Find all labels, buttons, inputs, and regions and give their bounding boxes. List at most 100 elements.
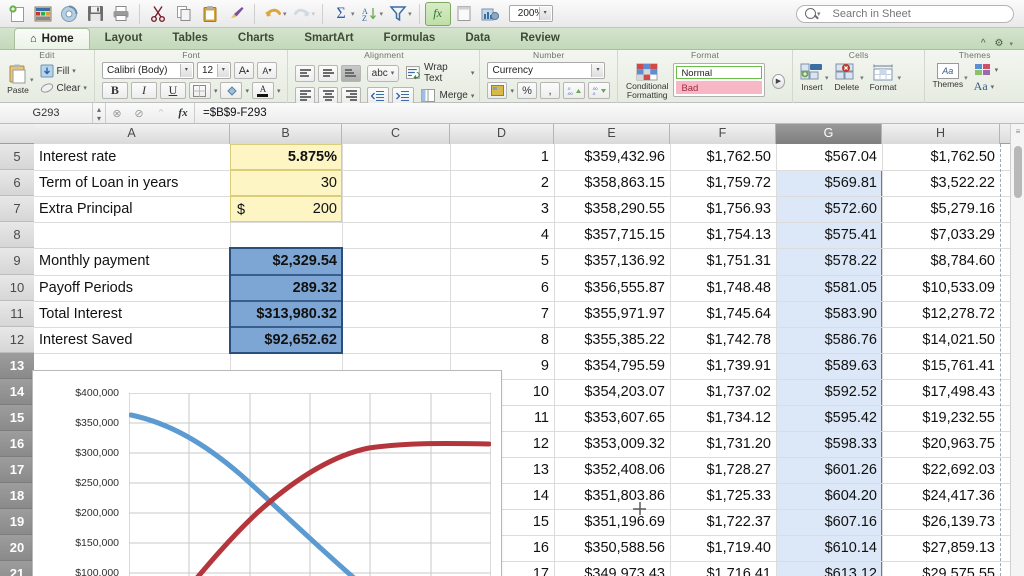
tab-layout[interactable]: Layout bbox=[90, 28, 158, 49]
row-header-13[interactable]: 13 bbox=[0, 353, 34, 379]
cell-h10[interactable]: $10,533.09 bbox=[882, 275, 1000, 301]
paste-dropdown-caret[interactable]: ▾ bbox=[30, 76, 34, 84]
row-header-15[interactable]: 15 bbox=[0, 405, 34, 431]
cell-g8[interactable]: $575.41 bbox=[776, 222, 882, 248]
cell-a6[interactable]: Term of Loan in years bbox=[34, 170, 230, 196]
orientation-button[interactable]: abc ▾ bbox=[366, 64, 400, 82]
chart-wizard-icon[interactable] bbox=[477, 2, 503, 26]
percent-format-button[interactable]: % bbox=[517, 82, 537, 99]
ribbon-settings-gear-icon[interactable]: ⚙ bbox=[995, 38, 1004, 49]
orientation-caret[interactable]: ▾ bbox=[391, 69, 395, 77]
cell-e14[interactable]: $354,203.07 bbox=[554, 379, 670, 405]
cell-h8[interactable]: $7,033.29 bbox=[882, 222, 1000, 248]
cell-e18[interactable]: $351,803.86 bbox=[554, 483, 670, 509]
cell-h5[interactable]: $1,762.50 bbox=[882, 144, 1000, 170]
cell-f6[interactable]: $1,759.72 bbox=[670, 170, 776, 196]
ribbon-settings-caret[interactable]: ▾ bbox=[1009, 40, 1013, 48]
cell-e6[interactable]: $358,863.15 bbox=[554, 170, 670, 196]
cell-f14[interactable]: $1,737.02 bbox=[670, 379, 776, 405]
borders-button[interactable] bbox=[188, 82, 211, 99]
align-right-button[interactable] bbox=[341, 87, 362, 104]
cell-g11[interactable]: $583.90 bbox=[776, 301, 882, 327]
cell-b7[interactable]: 200 bbox=[230, 196, 342, 222]
cell-f16[interactable]: $1,731.20 bbox=[670, 431, 776, 457]
cell-a12[interactable]: Interest Saved bbox=[34, 327, 230, 353]
fill-caret[interactable]: ▾ bbox=[72, 67, 76, 75]
sheet-icon[interactable] bbox=[451, 2, 477, 26]
row-header-21[interactable]: 21 bbox=[0, 561, 34, 576]
row-header-10[interactable]: 10 bbox=[0, 275, 34, 301]
column-header-g[interactable]: G bbox=[776, 124, 882, 144]
new-from-template-icon[interactable] bbox=[30, 2, 56, 26]
search-input[interactable] bbox=[832, 7, 1005, 20]
zoom-level-box[interactable]: 200% ▾ bbox=[508, 5, 553, 22]
row-header-16[interactable]: 16 bbox=[0, 431, 34, 457]
themes-button[interactable]: Aa Themes bbox=[932, 63, 963, 89]
clear-button[interactable]: Clear ▾ bbox=[40, 81, 87, 95]
cell-f17[interactable]: $1,728.27 bbox=[670, 457, 776, 483]
cell-g19[interactable]: $607.16 bbox=[776, 509, 882, 535]
bold-button[interactable]: B bbox=[101, 82, 128, 99]
cell-d10[interactable]: 6 bbox=[450, 275, 554, 301]
tab-charts[interactable]: Charts bbox=[223, 28, 289, 49]
grow-font-button[interactable]: A ▴ bbox=[233, 62, 254, 79]
cell-h13[interactable]: $15,761.41 bbox=[882, 353, 1000, 379]
themes-caret[interactable]: ▾ bbox=[964, 74, 968, 82]
theme-colors-button[interactable]: ▾ bbox=[974, 63, 998, 76]
row-header-5[interactable]: 5 bbox=[0, 144, 34, 170]
fill-color-caret[interactable]: ▾ bbox=[245, 87, 249, 95]
row-header-18[interactable]: 18 bbox=[0, 483, 34, 509]
cell-e8[interactable]: $357,715.15 bbox=[554, 222, 670, 248]
cell-f20[interactable]: $1,719.40 bbox=[670, 535, 776, 561]
cell-b12[interactable]: $92,652.62 bbox=[230, 327, 342, 353]
theme-fonts-caret[interactable]: ▾ bbox=[991, 83, 995, 91]
insert-cells-button[interactable]: Insert bbox=[800, 63, 824, 92]
format-caret[interactable]: ▾ bbox=[898, 74, 902, 82]
row-header-7[interactable]: 7 bbox=[0, 196, 34, 222]
cell-d7[interactable]: 3 bbox=[450, 196, 554, 222]
cell-d6[interactable]: 2 bbox=[450, 170, 554, 196]
currency-format-button[interactable] bbox=[487, 82, 508, 99]
cell-e10[interactable]: $356,555.87 bbox=[554, 275, 670, 301]
cell-f9[interactable]: $1,751.31 bbox=[670, 248, 776, 275]
cell-f11[interactable]: $1,745.64 bbox=[670, 301, 776, 327]
increase-decimal-button[interactable]: .0.00 bbox=[563, 82, 585, 99]
column-header-d[interactable]: D bbox=[450, 124, 554, 144]
column-header-f[interactable]: F bbox=[670, 124, 776, 144]
cell-f5[interactable]: $1,762.50 bbox=[670, 144, 776, 170]
cell-f15[interactable]: $1,734.12 bbox=[670, 405, 776, 431]
shrink-font-button[interactable]: A ▾ bbox=[256, 62, 277, 79]
cell-e15[interactable]: $353,607.65 bbox=[554, 405, 670, 431]
borders-caret[interactable]: ▾ bbox=[214, 87, 218, 95]
cell-h21[interactable]: $29,575.55 bbox=[882, 561, 1000, 576]
underline-button[interactable]: U bbox=[159, 82, 186, 99]
sort-icon[interactable]: AZ bbox=[357, 2, 383, 26]
row-header-6[interactable]: 6 bbox=[0, 170, 34, 196]
cell-g16[interactable]: $598.33 bbox=[776, 431, 882, 457]
cell-a11[interactable]: Total Interest bbox=[34, 301, 230, 327]
cell-e13[interactable]: $354,795.59 bbox=[554, 353, 670, 379]
insert-caret[interactable]: ▾ bbox=[825, 74, 829, 82]
name-box-stepper[interactable]: ▴ ▾ bbox=[92, 103, 106, 123]
tab-home[interactable]: ⌂ Home bbox=[14, 28, 90, 49]
tab-tables[interactable]: Tables bbox=[157, 28, 223, 49]
font-size-input[interactable]: 12 ▾ bbox=[196, 62, 231, 79]
cell-g15[interactable]: $595.42 bbox=[776, 405, 882, 431]
column-header-h[interactable]: H bbox=[882, 124, 1000, 144]
cell-g9[interactable]: $578.22 bbox=[776, 248, 882, 275]
row-header-9[interactable]: 9 bbox=[0, 248, 34, 275]
fill-color-button[interactable] bbox=[220, 82, 243, 99]
align-left-button[interactable] bbox=[295, 87, 316, 104]
cell-g20[interactable]: $610.14 bbox=[776, 535, 882, 561]
cell-g17[interactable]: $601.26 bbox=[776, 457, 882, 483]
fill-button[interactable]: Fill ▾ bbox=[40, 64, 87, 78]
cell-e20[interactable]: $350,588.56 bbox=[554, 535, 670, 561]
number-format-caret[interactable]: ▾ bbox=[591, 64, 604, 77]
cell-f10[interactable]: $1,748.48 bbox=[670, 275, 776, 301]
row-header-19[interactable]: 19 bbox=[0, 509, 34, 535]
row-header-20[interactable]: 20 bbox=[0, 535, 34, 561]
cell-e21[interactable]: $349,973.43 bbox=[554, 561, 670, 576]
row-header-14[interactable]: 14 bbox=[0, 379, 34, 405]
merge-caret[interactable]: ▾ bbox=[471, 92, 475, 100]
collapse-ribbon-icon[interactable]: ^ bbox=[981, 38, 986, 49]
